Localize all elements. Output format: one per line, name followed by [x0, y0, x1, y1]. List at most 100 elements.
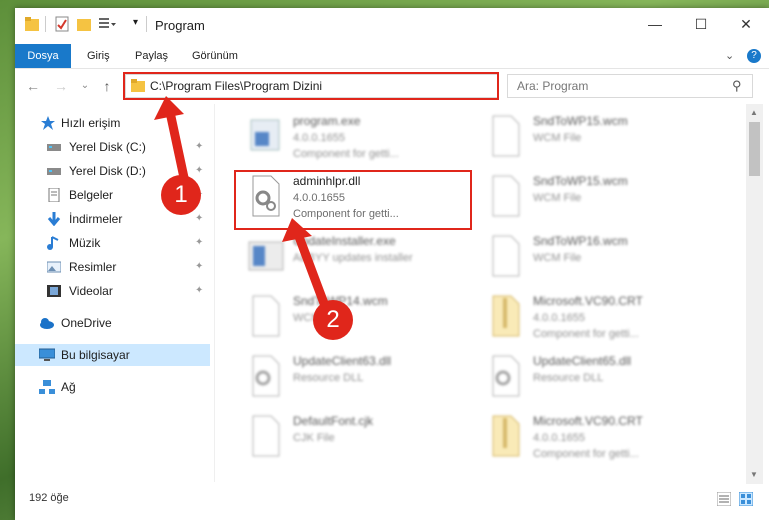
network-icon [39, 380, 55, 394]
file-name: SndToWP16.wcm [533, 234, 628, 248]
pin-icon[interactable]: ✦ [195, 232, 203, 254]
new-folder-icon[interactable] [77, 16, 91, 32]
blank-file-icon [252, 295, 280, 337]
item-count: 192 öğe [29, 492, 69, 504]
file-description: ABBYY updates installer [293, 252, 413, 264]
tab-giris[interactable]: Giriş [87, 44, 110, 68]
sidebar-item-onedrive[interactable]: OneDrive [15, 312, 210, 334]
file-item[interactable]: Microsoft.VC90.CRT 4.0.0.1655 Component … [475, 288, 715, 344]
sidebar-item-ag[interactable]: Ağ [15, 376, 210, 398]
file-version: 4.0.0.1655 [293, 132, 345, 144]
blank-file-icon [492, 115, 520, 157]
expand-ribbon-icon[interactable]: ⌄ [725, 44, 734, 68]
file-description: Component for getti... [293, 148, 399, 160]
file-name: UpdateClient65.dll [533, 354, 632, 368]
sidebar-item-disk-c[interactable]: Yerel Disk (C:) ✦ [15, 136, 210, 158]
file-type: Resource DLL [533, 372, 604, 384]
maximize-button[interactable]: ☐ [678, 8, 724, 40]
pin-icon[interactable]: ✦ [195, 280, 203, 302]
zip-file-icon [492, 295, 520, 337]
file-version: 4.0.0.1655 [533, 312, 585, 324]
pin-icon[interactable]: ✦ [195, 160, 203, 182]
sidebar-item-label: Yerel Disk (C:) [69, 140, 146, 154]
file-type: WCM File [533, 252, 582, 264]
ribbon-tabs: Dosya Giriş Paylaş Görünüm ⌄ ? [15, 44, 769, 69]
recent-locations-button[interactable]: ⌄ [77, 78, 93, 94]
file-item[interactable]: program.exe 4.0.0.1655 Component for get… [235, 108, 475, 164]
qa-separator [45, 16, 46, 32]
music-icon [47, 236, 59, 250]
file-item[interactable]: SndToWP16.wcm WCM File [475, 228, 715, 284]
file-name: SndToWP15.wcm [533, 174, 628, 188]
computer-icon [39, 348, 55, 361]
file-name: Microsoft.VC90.CRT [533, 294, 643, 308]
pane-divider[interactable] [214, 104, 215, 482]
pin-icon[interactable]: ✦ [195, 136, 203, 158]
back-button[interactable]: ← [25, 78, 41, 94]
tab-dosya[interactable]: Dosya [15, 44, 71, 68]
status-bar: 192 öğe [15, 488, 769, 510]
properties-icon[interactable] [55, 16, 69, 32]
download-icon [47, 212, 61, 226]
customize-toolbar-icon[interactable] [99, 16, 117, 32]
file-item[interactable]: UpdateInstaller.exe ABBYY updates instal… [235, 228, 475, 284]
sidebar-item-quick-access[interactable]: Hızlı erişim [15, 112, 210, 134]
file-item[interactable]: SndToWP15.wcm WCM File [475, 168, 715, 224]
dll-gear-icon [252, 355, 280, 397]
navigation-bar: ← → ⌄ ↑ C:\Program Files\Program Dizini … [15, 70, 769, 102]
search-box[interactable]: Ara: Program ⚲ [507, 74, 753, 98]
scroll-down-icon[interactable]: ▼ [750, 470, 758, 479]
blank-file-icon [492, 235, 520, 277]
file-item[interactable]: UpdateClient65.dll Resource DLL [475, 348, 715, 404]
sidebar-item-label: Belgeler [69, 188, 114, 202]
folder-icon[interactable] [25, 16, 39, 32]
help-icon[interactable]: ? [747, 49, 761, 63]
sidebar-item-bu-bilgisayar[interactable]: Bu bilgisayar [15, 344, 210, 366]
tab-gorunum[interactable]: Görünüm [192, 44, 238, 68]
scroll-thumb[interactable] [749, 122, 760, 176]
file-type: CJK File [293, 432, 335, 444]
file-item[interactable]: SndToWP15.wcm WCM File [475, 108, 715, 164]
sidebar-item-muzik[interactable]: Müzik ✦ [15, 232, 210, 254]
file-type: Resource DLL [293, 372, 364, 384]
star-icon [41, 116, 55, 130]
pictures-icon [47, 261, 61, 273]
minimize-button[interactable]: — [632, 8, 678, 40]
file-item[interactable]: DefaultFont.cjk CJK File [235, 408, 475, 464]
annotation-badge-1: 1 [161, 175, 201, 215]
file-type: WCM File [533, 192, 582, 204]
sidebar-item-videolar[interactable]: Videolar ✦ [15, 280, 210, 302]
sidebar-item-resimler[interactable]: Resimler ✦ [15, 256, 210, 278]
file-name: UpdateInstaller.exe [293, 234, 396, 248]
file-highlight-box [234, 170, 472, 230]
window-title: Program [155, 18, 205, 33]
installer-icon [248, 241, 284, 271]
details-view-icon[interactable] [717, 492, 731, 506]
video-icon [47, 285, 61, 297]
title-bar: ▾ Program — ☐ ✕ [15, 8, 769, 40]
file-type: WCM File [533, 132, 582, 144]
pin-icon[interactable]: ✦ [195, 208, 203, 230]
file-list: program.exe 4.0.0.1655 Component for get… [225, 108, 735, 482]
file-name: UpdateClient63.dll [293, 354, 392, 368]
sidebar-item-label: İndirmeler [69, 212, 123, 226]
sidebar-item-label: Ağ [61, 380, 76, 394]
file-item[interactable]: UpdateClient63.dll Resource DLL [235, 348, 475, 404]
large-icons-view-icon[interactable] [739, 492, 753, 506]
file-item[interactable]: SndToWP14.wcm WCM File [235, 288, 475, 344]
vertical-scrollbar[interactable]: ▲ ▼ [746, 104, 763, 484]
scroll-up-icon[interactable]: ▲ [750, 108, 758, 117]
file-item[interactable]: Microsoft.VC90.CRT 4.0.0.1655 Component … [475, 408, 715, 464]
pin-icon[interactable]: ✦ [195, 256, 203, 278]
file-version: 4.0.0.1655 [533, 432, 585, 444]
search-input[interactable]: Ara: Program [517, 79, 588, 93]
search-icon[interactable]: ⚲ [732, 78, 742, 94]
up-button[interactable]: ↑ [99, 78, 115, 94]
sidebar-item-label: OneDrive [61, 316, 112, 330]
forward-button[interactable]: → [53, 78, 69, 94]
sidebar-item-label: Hızlı erişim [61, 116, 121, 130]
tab-paylas[interactable]: Paylaş [135, 44, 168, 68]
sidebar-item-label: Bu bilgisayar [61, 348, 130, 362]
qa-dropdown-icon[interactable]: ▾ [133, 17, 138, 33]
close-button[interactable]: ✕ [723, 8, 769, 40]
